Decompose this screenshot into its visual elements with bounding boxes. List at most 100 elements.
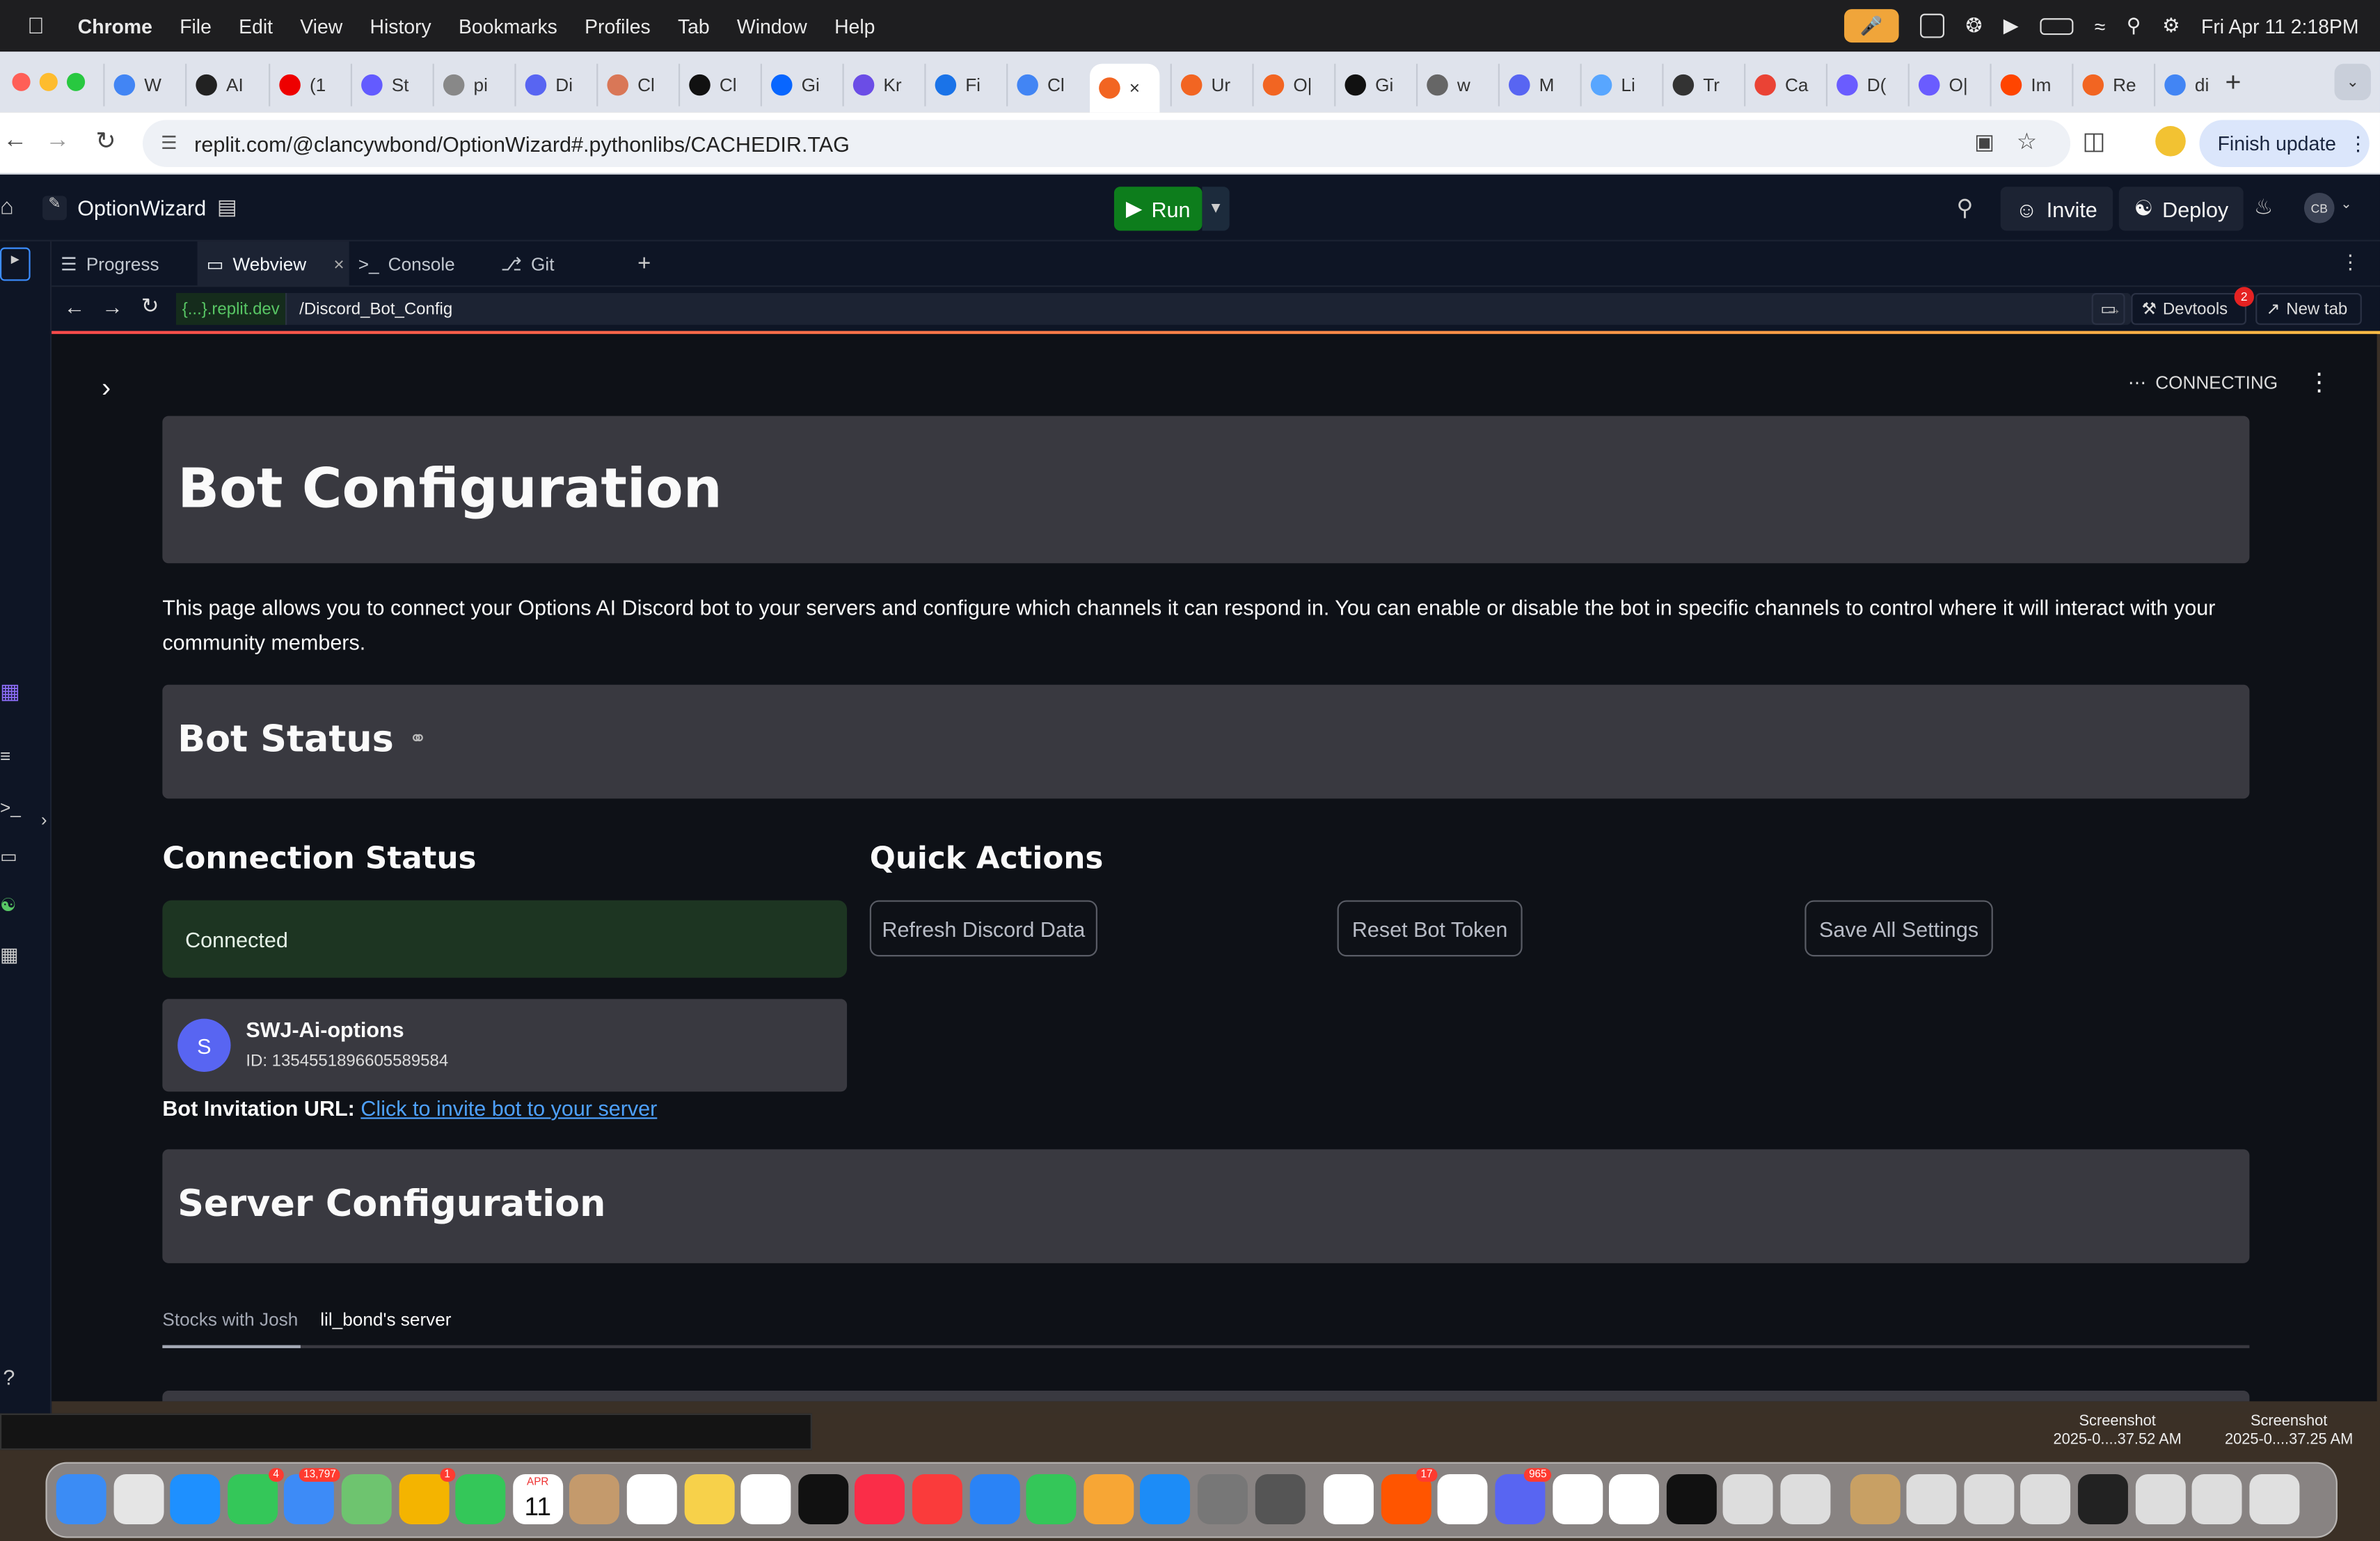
webview-url-bar[interactable]: {...}.replit.dev /Discord_Bot_Config → (176, 292, 2132, 325)
desktop-screenshot-2[interactable]: Screenshot 2025-0....37.25 AM (2204, 1414, 2374, 1450)
minimize-window-button[interactable] (39, 72, 58, 91)
chrome-menu-icon[interactable]: ⋮ (2348, 132, 2367, 156)
menu-app-name[interactable]: Chrome (78, 15, 152, 38)
chrome-tab[interactable]: Gi (1334, 63, 1413, 106)
inbox-icon[interactable] (1920, 13, 1944, 38)
photos-icon[interactable]: 1 (398, 1468, 455, 1525)
menu-edit[interactable]: Edit (239, 15, 273, 38)
tab-webview[interactable]: ▭ Webview × (197, 241, 349, 287)
terminal-thumb-icon[interactable] (2077, 1474, 2128, 1525)
contacts-icon[interactable] (569, 1474, 620, 1525)
chrome-tab[interactable]: O| (1252, 63, 1331, 106)
chrome-tab[interactable]: M (1498, 63, 1577, 106)
run-options-button[interactable]: ▼ (1202, 187, 1230, 231)
devtools-button[interactable]: ⚒ Devtools 2 (2131, 287, 2254, 325)
address-url[interactable]: replit.com/@clancywbond/OptionWizard#.py… (194, 132, 850, 156)
main-menu-icon[interactable]: ⋮ (2307, 368, 2331, 398)
tools-grid-icon[interactable]: ▦ (0, 679, 20, 704)
menu-clock[interactable]: Fri Apr 11 2:18PM (2201, 15, 2358, 38)
chrome-tab[interactable]: Tr (1662, 63, 1740, 106)
chrome-tab[interactable]: Ca (1744, 63, 1823, 106)
home-icon[interactable]: ⌂ (0, 194, 14, 220)
monitor-icon[interactable]: ▭ (0, 846, 17, 867)
webview-reload-icon[interactable]: ↻ (141, 293, 159, 319)
tradingview-icon[interactable] (1666, 1474, 1717, 1525)
toolbox-icon[interactable] (1438, 1474, 1489, 1525)
chrome-tab[interactable]: Cl (1006, 63, 1085, 106)
wifi-icon[interactable]: ≈ (2095, 15, 2106, 38)
chrome-tab[interactable]: Re (2072, 63, 2150, 106)
chrome-tab[interactable]: Li (1580, 63, 1659, 106)
webview-path[interactable]: /Discord_Bot_Config (287, 300, 452, 318)
chrome-tab[interactable]: W (103, 63, 182, 106)
device-toggle-button[interactable]: ▭ (2091, 292, 2125, 325)
brave-icon[interactable]: 17 (1381, 1468, 1438, 1525)
launchpad-icon[interactable] (113, 1474, 164, 1525)
webview-forward-icon[interactable]: → (102, 294, 123, 319)
freeform-icon[interactable] (740, 1474, 791, 1525)
menu-window[interactable]: Window (737, 15, 807, 38)
safari-icon[interactable] (170, 1474, 221, 1525)
messages-icon[interactable]: 4 (227, 1468, 284, 1525)
apple-tv-icon[interactable] (798, 1474, 848, 1525)
run-button[interactable]: ▶ Run (1113, 187, 1203, 231)
numbers-icon[interactable] (1026, 1474, 1077, 1525)
screenshot-thumb-icon[interactable] (1963, 1474, 2014, 1525)
profile-avatar[interactable] (2155, 126, 2186, 157)
pane-menu-icon[interactable]: ⋮ (2340, 251, 2360, 275)
address-bar[interactable]: ☰ replit.com/@clancywbond/OptionWizard#.… (143, 120, 2071, 167)
repl-icon[interactable]: ✎ (42, 196, 67, 221)
close-tab-icon[interactable]: × (333, 253, 344, 275)
maximize-window-button[interactable] (66, 72, 86, 91)
keynote-icon[interactable] (969, 1474, 1020, 1525)
chrome-tab[interactable]: Cl (678, 63, 757, 106)
shell-icon[interactable]: >_ (0, 797, 21, 819)
chrome-tab[interactable]: (1 (269, 63, 347, 106)
chrome-tab[interactable]: Fi (924, 63, 1003, 106)
menu-view[interactable]: View (300, 15, 342, 38)
deploy-button[interactable]: ☯ Deploy (2118, 187, 2244, 231)
chrome-tab[interactable]: Kr (842, 63, 921, 106)
chrome-tab[interactable]: Di (514, 63, 593, 106)
tab-search-icon[interactable]: ⌄ (2334, 63, 2371, 100)
iphone-mirroring-icon[interactable] (1254, 1474, 1305, 1525)
notes-icon[interactable] (683, 1474, 734, 1525)
chatgpt-icon[interactable] (1609, 1474, 1660, 1525)
stocks-icon[interactable] (1552, 1474, 1603, 1525)
spotlight-icon[interactable]: ⚲ (2127, 14, 2141, 38)
user-avatar[interactable]: CB (2303, 193, 2335, 223)
anchor-link-icon[interactable]: ⚭ (409, 727, 427, 752)
chrome-tab[interactable]: O| (1907, 63, 1987, 106)
new-tab-button[interactable]: + (2226, 67, 2242, 99)
menu-file[interactable]: File (180, 15, 212, 38)
repl-name[interactable]: OptionWizard (77, 196, 206, 220)
pages-icon[interactable] (1083, 1474, 1134, 1525)
close-window-button[interactable] (12, 72, 31, 91)
back-icon[interactable]: ← (3, 127, 27, 155)
deployments-icon[interactable]: ☯ (0, 894, 16, 916)
chrome-tab[interactable]: Ur (1170, 63, 1249, 106)
chrome-tab-active[interactable]: × (1090, 63, 1160, 113)
facetime-icon[interactable] (455, 1474, 506, 1525)
archive-icon[interactable] (1849, 1474, 1900, 1525)
finish-update-button[interactable]: Finish update ⋮ (2199, 120, 2370, 167)
music-icon[interactable] (855, 1474, 905, 1525)
openai-icon[interactable]: ❂ (1965, 14, 1982, 38)
music-file-icon[interactable] (1906, 1474, 1957, 1525)
help-icon[interactable]: ? (3, 1365, 15, 1389)
app-store-icon[interactable] (1140, 1474, 1191, 1525)
forward-icon[interactable]: → (45, 127, 70, 155)
system-settings-icon[interactable] (1197, 1474, 1248, 1525)
search-icon[interactable]: ⚲ (1956, 194, 1973, 221)
menu-history[interactable]: History (370, 15, 431, 38)
window-thumb-icon[interactable] (2020, 1474, 2071, 1525)
chrome-tab[interactable]: Im (1990, 63, 2068, 106)
image-thumb-icon[interactable] (2191, 1474, 2242, 1525)
invite-bot-link[interactable]: Click to invite bot to your server (360, 1096, 657, 1121)
files-toggle-icon[interactable]: ▸ (0, 247, 31, 281)
news-icon[interactable] (912, 1474, 962, 1525)
document-thumb-icon[interactable] (2134, 1474, 2185, 1525)
notifications-bell-icon[interactable]: ♨ (2254, 194, 2273, 220)
menu-tab[interactable]: Tab (678, 15, 710, 38)
downloads-icon[interactable] (1723, 1474, 1774, 1525)
